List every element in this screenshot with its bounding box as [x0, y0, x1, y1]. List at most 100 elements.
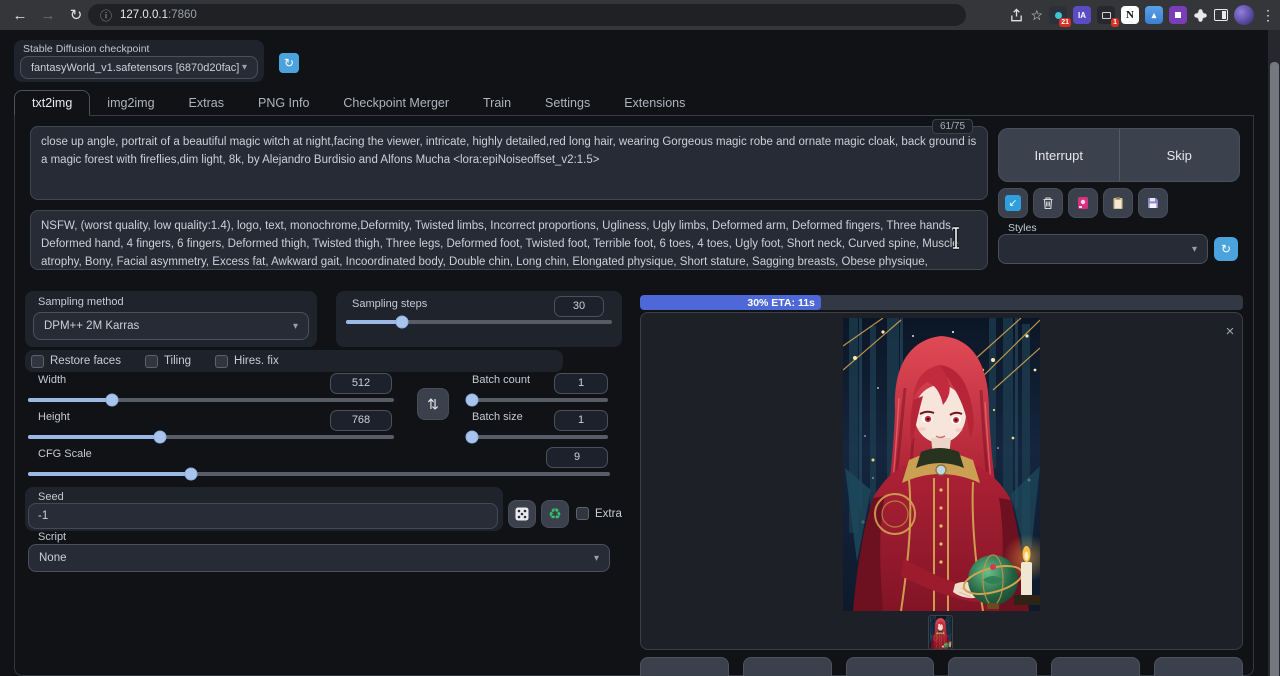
height-value[interactable]: 768: [330, 410, 392, 431]
interrupt-button[interactable]: Interrupt: [999, 129, 1120, 181]
styles-dropdown[interactable]: ▾: [998, 234, 1208, 264]
styles-refresh-button[interactable]: ↻: [1214, 237, 1238, 261]
side-panel-icon[interactable]: [1214, 9, 1228, 21]
seed-label: Seed: [38, 491, 64, 503]
hires-fix-option[interactable]: Hires. fix: [215, 355, 279, 368]
floppy-icon: [1146, 196, 1160, 210]
extension-pin-icon[interactable]: 21: [1049, 6, 1067, 24]
bookmark-star-icon[interactable]: ☆: [1030, 7, 1043, 24]
tab-extensions[interactable]: Extensions: [607, 91, 702, 115]
script-dropdown[interactable]: None ▾: [28, 544, 610, 572]
tab-settings[interactable]: Settings: [528, 91, 607, 115]
seed-input[interactable]: [28, 503, 498, 529]
reuse-seed-button[interactable]: ♻: [541, 500, 569, 528]
sampling-steps-slider[interactable]: [346, 320, 612, 324]
height-label: Height: [38, 411, 70, 423]
tab-txt2img[interactable]: txt2img: [14, 90, 90, 116]
tab-checkpoint-merger[interactable]: Checkpoint Merger: [326, 91, 466, 115]
batch-size-slider[interactable]: [466, 435, 608, 439]
slider-handle[interactable]: [395, 316, 408, 329]
dice-icon: [514, 506, 530, 522]
extension-onenote-icon[interactable]: [1169, 6, 1187, 24]
output-action-button[interactable]: [1051, 657, 1140, 676]
seed-extra-option[interactable]: Extra: [576, 507, 622, 520]
extension-screenshot-icon[interactable]: 1: [1097, 6, 1115, 24]
prompt-input[interactable]: close up angle, portrait of a beautiful …: [30, 126, 988, 200]
height-slider[interactable]: [28, 435, 394, 439]
generated-image[interactable]: [843, 318, 1040, 611]
output-action-button[interactable]: [743, 657, 832, 676]
slider-handle[interactable]: [465, 431, 478, 444]
refresh-icon: ↻: [1221, 242, 1231, 256]
random-seed-button[interactable]: [508, 500, 536, 528]
chevron-down-icon: ▾: [242, 62, 247, 73]
extra-networks-button[interactable]: [1068, 188, 1098, 218]
share-icon[interactable]: [1009, 8, 1024, 23]
output-action-button[interactable]: [846, 657, 935, 676]
extension-ia-icon[interactable]: IA: [1073, 6, 1091, 24]
extension-notion-icon[interactable]: N: [1121, 6, 1139, 24]
gallery-close-icon[interactable]: ×: [1222, 324, 1238, 340]
clear-prompt-button[interactable]: [1033, 188, 1063, 218]
tab-img2img[interactable]: img2img: [90, 91, 171, 115]
output-action-button[interactable]: [1154, 657, 1243, 676]
output-action-button[interactable]: [948, 657, 1037, 676]
batch-count-block: Batch count 1: [458, 370, 614, 404]
restore-faces-option[interactable]: Restore faces: [31, 355, 121, 368]
tab-png-info[interactable]: PNG Info: [241, 91, 326, 115]
sampling-steps-value[interactable]: 30: [554, 296, 604, 317]
batch-size-value[interactable]: 1: [554, 410, 608, 431]
checkpoint-refresh-button[interactable]: ↻: [279, 53, 299, 73]
extensions-puzzle-icon[interactable]: [1193, 8, 1208, 23]
extension-photos-icon[interactable]: ▴: [1145, 6, 1163, 24]
cfg-scale-slider[interactable]: [28, 472, 610, 476]
width-slider[interactable]: [28, 398, 394, 402]
reload-icon[interactable]: ↻: [62, 6, 90, 24]
checkpoint-label: Stable Diffusion checkpoint: [23, 43, 149, 55]
width-value[interactable]: 512: [330, 373, 392, 394]
negative-prompt-input[interactable]: NSFW, (worst quality, low quality:1.4), …: [30, 210, 988, 270]
checkpoint-dropdown[interactable]: fantasyWorld_v1.safetensors [6870d20fac]…: [20, 56, 258, 79]
slider-handle[interactable]: [153, 431, 166, 444]
cfg-scale-value[interactable]: 9: [546, 447, 608, 468]
tiling-option[interactable]: Tiling: [145, 355, 191, 368]
tab-train[interactable]: Train: [466, 91, 528, 115]
back-icon[interactable]: ←: [6, 7, 34, 24]
skip-button[interactable]: Skip: [1120, 129, 1240, 181]
site-info-icon[interactable]: ⓘ: [100, 7, 112, 24]
seed-extra-label: Extra: [595, 508, 622, 520]
slider-handle[interactable]: [184, 468, 197, 481]
restore-faces-checkbox[interactable]: [31, 355, 44, 368]
url-bar[interactable]: ⓘ 127.0.0.1:7860: [88, 4, 966, 26]
output-action-button[interactable]: [640, 657, 729, 676]
cfg-scale-block: CFG Scale 9: [25, 444, 614, 478]
sampling-method-value: DPM++ 2M Karras: [44, 320, 139, 332]
sampling-steps-label: Sampling steps: [352, 298, 427, 310]
hires-fix-checkbox[interactable]: [215, 355, 228, 368]
apply-styles-button[interactable]: [1103, 188, 1133, 218]
sampling-method-dropdown[interactable]: DPM++ 2M Karras ▾: [33, 312, 309, 340]
tiling-checkbox[interactable]: [145, 355, 158, 368]
generate-controls: Interrupt Skip: [998, 128, 1240, 182]
restore-faces-label: Restore faces: [50, 355, 121, 367]
browser-profile-avatar[interactable]: [1234, 5, 1254, 25]
page-scrollbar[interactable]: [1268, 30, 1280, 676]
slider-handle[interactable]: [106, 394, 119, 407]
height-block: Height 768: [25, 407, 398, 441]
swap-dimensions-button[interactable]: ⇅: [417, 388, 449, 420]
forward-icon[interactable]: →: [34, 7, 62, 24]
checkpoint-block: Stable Diffusion checkpoint fantasyWorld…: [14, 40, 264, 82]
save-style-button[interactable]: [1138, 188, 1168, 218]
tab-extras[interactable]: Extras: [172, 91, 241, 115]
seed-extra-checkbox[interactable]: [576, 507, 589, 520]
slider-handle[interactable]: [465, 394, 478, 407]
paste-params-icon: ↙: [1005, 195, 1021, 211]
batch-count-value[interactable]: 1: [554, 373, 608, 394]
paste-params-button[interactable]: ↙: [998, 188, 1028, 218]
browser-menu-icon[interactable]: ⋮: [1260, 7, 1276, 24]
batch-count-slider[interactable]: [466, 398, 608, 402]
progress-fill: 30% ETA: 11s: [640, 295, 821, 310]
gallery-thumbnail[interactable]: [929, 616, 952, 649]
batch-count-label: Batch count: [472, 374, 530, 386]
scrollbar-thumb[interactable]: [1270, 62, 1279, 676]
